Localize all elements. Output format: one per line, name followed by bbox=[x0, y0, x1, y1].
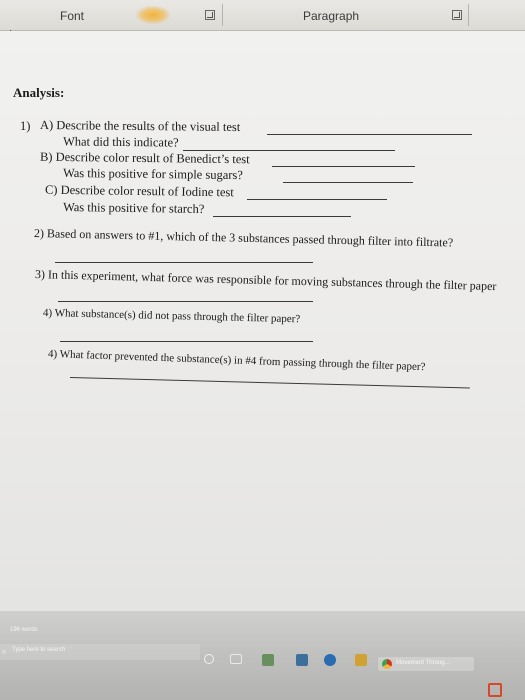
taskbar-search-box[interactable]: ⌕ Type here to search bbox=[0, 644, 200, 660]
question-4-text: 4) What substance(s) did not pass throug… bbox=[42, 307, 301, 326]
question-1a-followup: What did this indicate? bbox=[62, 134, 179, 150]
taskbar-window-title: Movement Throug... bbox=[396, 660, 450, 666]
ribbon-group-divider bbox=[468, 4, 469, 26]
answer-line-3[interactable] bbox=[58, 301, 313, 302]
cortana-icon[interactable] bbox=[204, 654, 214, 664]
question-1c-text: C) Describe color result of Iodine test bbox=[44, 182, 234, 200]
paragraph-group-label: Paragraph bbox=[303, 9, 360, 23]
question-2-text: 2) Based on answers to #1, which of the … bbox=[33, 226, 454, 250]
answer-line-1a[interactable] bbox=[267, 134, 472, 135]
paragraph-dialog-launcher-icon[interactable] bbox=[452, 10, 462, 20]
answer-line-4[interactable] bbox=[60, 341, 313, 342]
document-page[interactable]: Analysis: 1) A) Describe the results of … bbox=[0, 31, 525, 611]
search-placeholder: Type here to search bbox=[12, 647, 66, 653]
word-ribbon: Font Paragraph bbox=[0, 0, 525, 31]
question-1c-followup: Was this positive for starch? bbox=[62, 200, 205, 216]
answer-line-1b-followup[interactable] bbox=[283, 182, 413, 183]
question-1b-followup: Was this positive for simple sugars? bbox=[62, 165, 243, 183]
question-1a-text: A) Describe the results of the visual te… bbox=[39, 117, 241, 135]
answer-line-1c-followup[interactable] bbox=[213, 216, 351, 217]
task-view-icon[interactable] bbox=[230, 654, 242, 664]
word-count-status[interactable]: 196 words bbox=[10, 627, 38, 633]
search-icon: ⌕ bbox=[2, 647, 7, 656]
answer-line-1a-followup[interactable] bbox=[183, 150, 395, 151]
office-icon[interactable] bbox=[488, 683, 502, 697]
taskbar-window-button[interactable]: Movement Throug... bbox=[378, 657, 474, 671]
font-group-label: Font bbox=[60, 9, 85, 23]
answer-line-2[interactable] bbox=[55, 262, 313, 263]
question-3-text: 3) In this experiment, what force was re… bbox=[34, 267, 497, 294]
edge-browser-icon[interactable] bbox=[324, 654, 336, 666]
app-icon[interactable] bbox=[262, 654, 274, 666]
answer-line-1b[interactable] bbox=[272, 166, 415, 167]
windows-taskbar: 196 words ⌕ Type here to search Movement… bbox=[0, 611, 525, 700]
analysis-heading: Analysis: bbox=[13, 85, 65, 100]
file-explorer-icon[interactable] bbox=[355, 654, 367, 666]
chrome-icon bbox=[382, 659, 392, 669]
highlight-color-swatch[interactable] bbox=[136, 6, 170, 24]
font-dialog-launcher-icon[interactable] bbox=[205, 10, 215, 20]
ribbon-group-divider bbox=[222, 4, 223, 26]
app-icon[interactable] bbox=[296, 654, 308, 666]
question-5-text: 4) What factor prevented the substance(s… bbox=[47, 348, 426, 374]
answer-line-1c[interactable] bbox=[247, 199, 387, 200]
question-1-number: 1) bbox=[20, 119, 31, 133]
answer-line-5[interactable] bbox=[69, 377, 470, 389]
question-1b-text: B) Describe color result of Benedict’s t… bbox=[39, 149, 250, 167]
